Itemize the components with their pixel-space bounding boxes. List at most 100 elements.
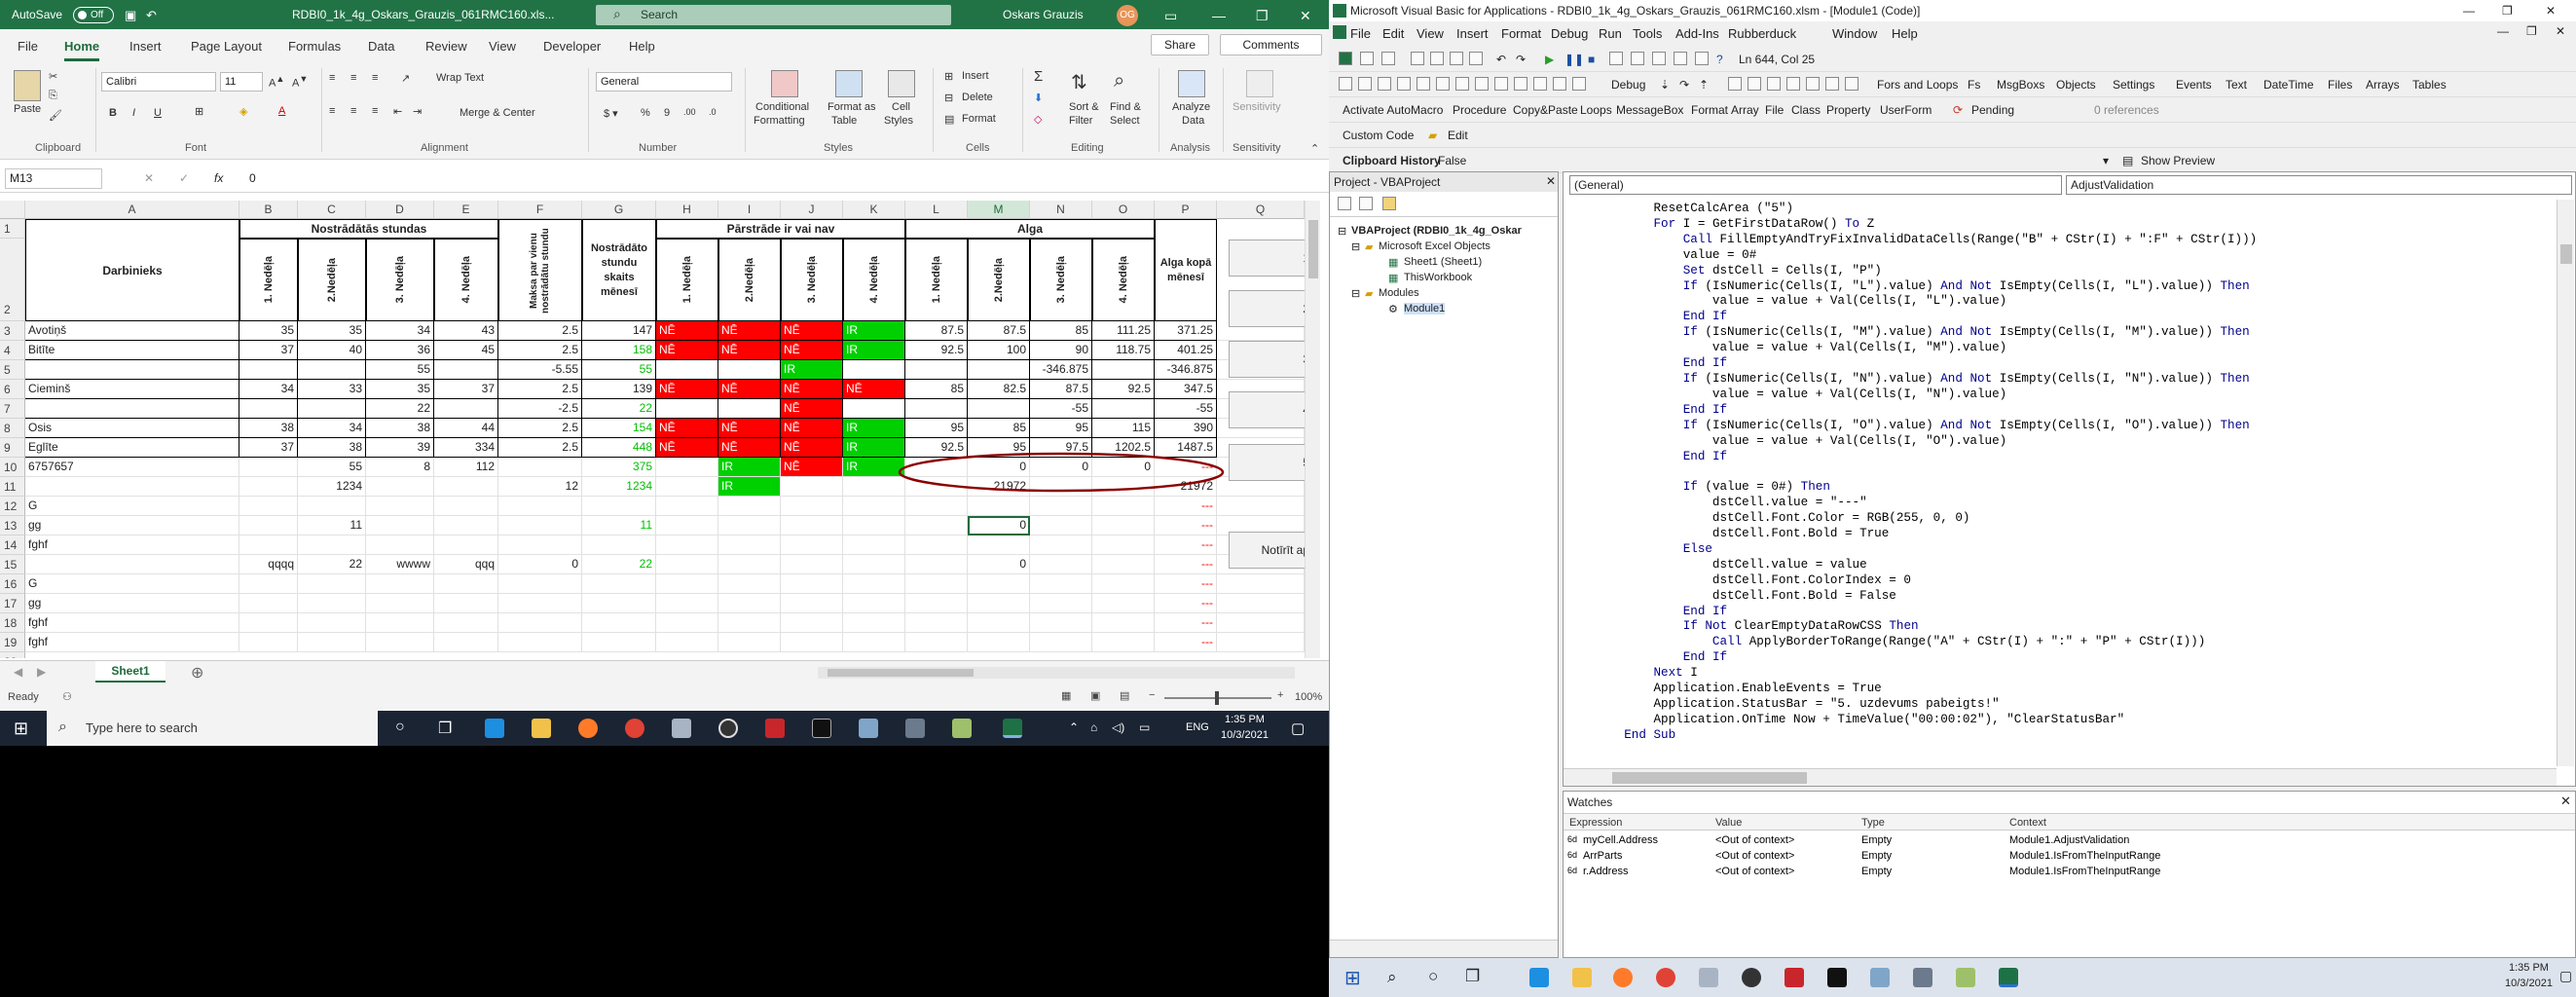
cell-m[interactable]	[968, 594, 1030, 613]
cell-m[interactable]: 82.5	[968, 380, 1030, 399]
cell-m[interactable]	[968, 613, 1030, 633]
cell-g[interactable]: 22	[582, 399, 656, 419]
cell-p[interactable]: ---	[1155, 594, 1217, 613]
cell-a[interactable]: fghf	[25, 535, 239, 555]
complete-word-icon[interactable]	[1436, 77, 1450, 91]
paste-icon[interactable]	[14, 70, 41, 101]
cell-j[interactable]	[781, 613, 843, 633]
cell-g[interactable]: 1234	[582, 477, 656, 497]
network-icon[interactable]: ⌂	[1090, 720, 1097, 734]
cell-d[interactable]	[366, 574, 434, 594]
cell-j[interactable]: IR	[781, 360, 843, 380]
clock-time[interactable]: 1:35 PM	[1225, 714, 1265, 725]
cell-b[interactable]	[239, 594, 298, 613]
excel-taskbar-icon[interactable]	[1999, 968, 2018, 987]
cell-c[interactable]	[298, 535, 366, 555]
cell-k[interactable]: NĒ	[843, 380, 905, 399]
align-bottom-icon[interactable]: ≡	[372, 72, 378, 84]
code-line[interactable]: Application.OnTime Now + TimeValue("00:0…	[1595, 713, 2558, 728]
watch-col-value[interactable]: Value	[1715, 817, 1742, 829]
cell-o[interactable]	[1092, 516, 1155, 535]
code-line[interactable]: End If	[1595, 650, 2558, 666]
column-header[interactable]: B	[239, 201, 298, 219]
cell-b[interactable]	[239, 477, 298, 497]
column-header[interactable]: D	[366, 201, 434, 219]
events-menu[interactable]: Events	[2176, 78, 2212, 92]
watch-expr[interactable]: r.Address	[1583, 866, 1628, 877]
cell-q[interactable]	[1217, 574, 1305, 594]
italic-icon[interactable]: I	[132, 107, 135, 119]
menu-edit[interactable]: Edit	[1382, 26, 1404, 41]
cell-m[interactable]: 87.5	[968, 321, 1030, 341]
cell-p[interactable]: ---	[1155, 516, 1217, 535]
text-menu[interactable]: Text	[2226, 78, 2247, 92]
folder-icon[interactable]: ▰	[1428, 129, 1437, 142]
comment-block-icon[interactable]	[1475, 77, 1489, 91]
cell-j[interactable]: NĒ	[781, 399, 843, 419]
file-explorer-icon[interactable]	[1572, 968, 1592, 987]
column-header[interactable]: Q	[1217, 201, 1305, 219]
row-header[interactable]: 20	[0, 652, 25, 658]
merge-center-button[interactable]: Merge & Center	[460, 107, 535, 119]
cell-l[interactable]	[905, 555, 968, 574]
cell-i[interactable]: NĒ	[718, 380, 781, 399]
align-top-icon[interactable]: ≡	[329, 72, 335, 84]
cell-l[interactable]	[905, 516, 968, 535]
tree-module1[interactable]: Module1	[1404, 303, 1446, 314]
cell-q[interactable]	[1217, 594, 1305, 613]
cell-q[interactable]	[1217, 497, 1305, 516]
volume-icon[interactable]: ◁)	[1112, 720, 1124, 734]
cell-d[interactable]	[366, 633, 434, 652]
tab-review[interactable]: Review	[425, 39, 467, 54]
cell-g[interactable]: 154	[582, 419, 656, 438]
toolbox-icon[interactable]	[1695, 52, 1709, 65]
cell-d[interactable]: 8	[366, 458, 434, 477]
copy-icon[interactable]: ⎘	[49, 90, 57, 102]
cell-n[interactable]: 90	[1030, 341, 1092, 360]
show-preview-button[interactable]: Show Preview	[2141, 154, 2215, 167]
cell-d[interactable]: 39	[366, 438, 434, 458]
code-line[interactable]: value = 0#	[1595, 248, 2558, 264]
zoom-out-icon[interactable]: −	[1149, 689, 1155, 701]
step-over-icon[interactable]: ↷	[1679, 78, 1689, 92]
share-button[interactable]: Share	[1151, 34, 1209, 55]
task-view-icon[interactable]: ❐	[1465, 967, 1480, 986]
save-icon[interactable]: ▣	[125, 8, 136, 23]
cell-d[interactable]	[366, 477, 434, 497]
chrome-icon[interactable]	[1656, 968, 1675, 987]
cell-i[interactable]: NĒ	[718, 341, 781, 360]
cell-m[interactable]	[968, 574, 1030, 594]
cell-j[interactable]	[781, 477, 843, 497]
locals-window-icon[interactable]	[1728, 77, 1742, 91]
vertical-scrollbar[interactable]	[2557, 200, 2574, 766]
code-line[interactable]	[1595, 464, 2558, 480]
cell-j[interactable]	[781, 535, 843, 555]
cell-d[interactable]	[366, 613, 434, 633]
column-header[interactable]: K	[843, 201, 905, 219]
cell-a[interactable]: Avotiņš	[25, 321, 239, 341]
cell-a[interactable]: Cieminš	[25, 380, 239, 399]
cell-b[interactable]	[239, 458, 298, 477]
cell-g[interactable]	[582, 594, 656, 613]
cell-f[interactable]: 2.5	[498, 321, 582, 341]
custom-code-button[interactable]: Custom Code	[1343, 129, 1414, 142]
font-name-select[interactable]: Calibri	[101, 72, 216, 92]
cell-f[interactable]	[498, 458, 582, 477]
cell-c[interactable]: 38	[298, 438, 366, 458]
cell-h[interactable]	[656, 458, 718, 477]
menu-format[interactable]: Format	[1501, 26, 1541, 41]
edge-icon[interactable]	[1529, 968, 1549, 987]
watch-window-icon[interactable]	[1767, 77, 1781, 91]
increase-decimal-icon[interactable]: .00	[683, 107, 696, 117]
design-mode-icon[interactable]	[1609, 52, 1623, 65]
cell-j[interactable]: NĒ	[781, 380, 843, 399]
clock-time[interactable]: 1:35 PM	[2509, 962, 2549, 974]
cell-e[interactable]: 45	[434, 341, 498, 360]
cell-i[interactable]	[718, 535, 781, 555]
row-header[interactable]: 19	[0, 633, 25, 652]
format-button[interactable]: Format	[1691, 103, 1728, 117]
tab-insert[interactable]: Insert	[129, 39, 162, 54]
edge-icon[interactable]	[485, 719, 504, 738]
toggle-folders-icon[interactable]	[1382, 197, 1396, 210]
cell-d[interactable]: 36	[366, 341, 434, 360]
